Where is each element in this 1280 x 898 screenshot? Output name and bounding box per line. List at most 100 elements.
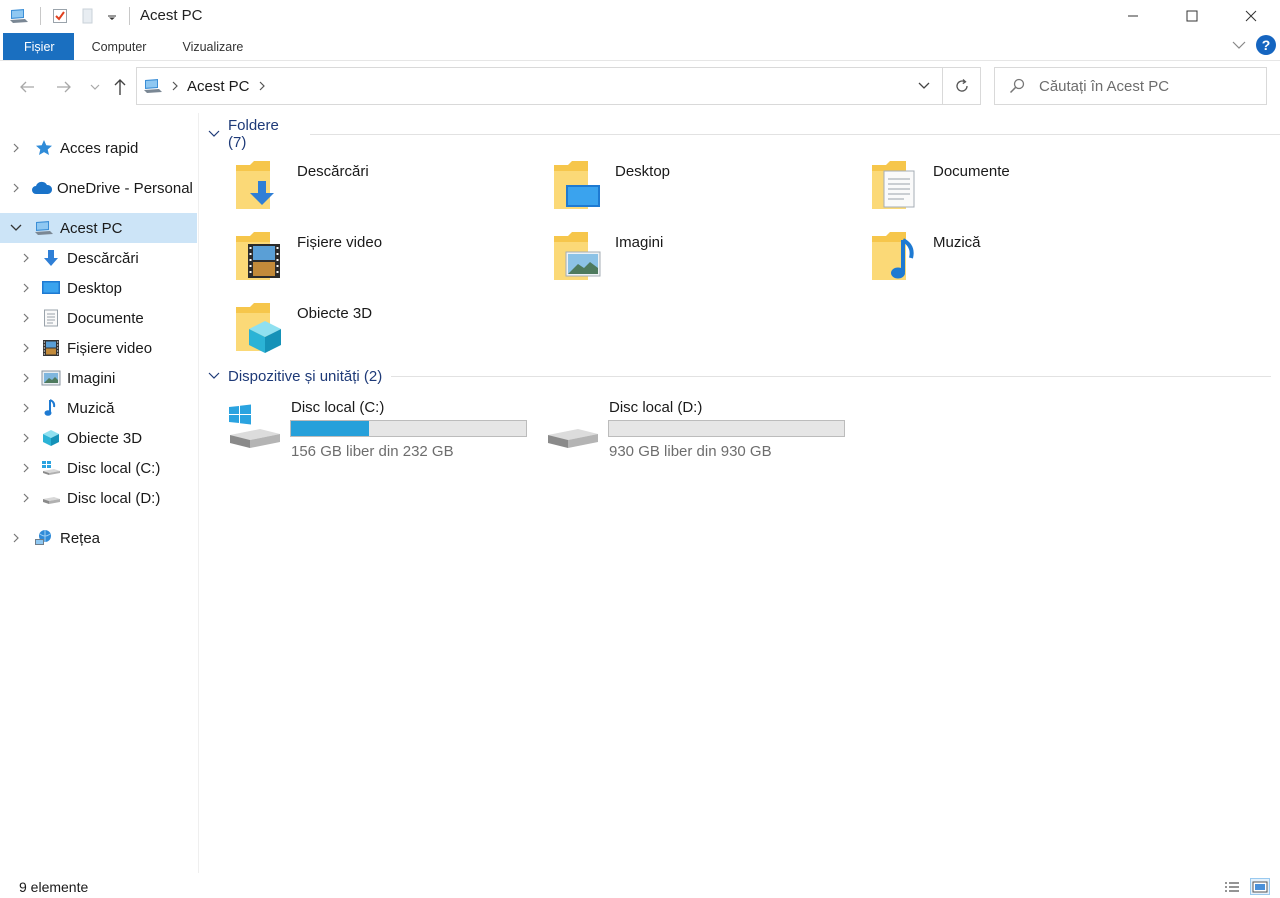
folder-tile-pictures[interactable]: Imagini xyxy=(524,228,824,294)
view-switcher xyxy=(1222,878,1270,895)
tiles-view-icon xyxy=(1252,881,1268,892)
refresh-button[interactable] xyxy=(942,68,980,104)
computer-icon[interactable] xyxy=(8,5,30,27)
collapse-chevron-icon[interactable] xyxy=(208,130,222,138)
expand-chevron-icon[interactable] xyxy=(9,141,23,155)
maximize-icon xyxy=(1186,10,1197,21)
nav-item-quick-access[interactable]: Acces rapid xyxy=(0,133,197,163)
nav-item-videos[interactable]: Fișiere video xyxy=(0,333,197,363)
up-button[interactable] xyxy=(110,77,130,97)
folder-label: Desktop xyxy=(615,163,671,180)
videos-folder-icon xyxy=(236,232,280,280)
drive-usage-bar xyxy=(290,420,527,437)
expand-chevron-icon[interactable] xyxy=(19,431,33,445)
maximize-button[interactable] xyxy=(1162,0,1221,31)
drive-tile-c[interactable]: Disc local (C:) 156 GB liber din 232 GB xyxy=(200,399,527,465)
close-icon xyxy=(1245,10,1256,21)
title-bar: Acest PC xyxy=(0,0,1280,31)
help-button[interactable]: ? xyxy=(1256,35,1276,55)
folder-label: Fișiere video xyxy=(297,234,383,251)
nav-item-drive-c[interactable]: Disc local (C:) xyxy=(0,453,197,483)
minimize-button[interactable] xyxy=(1103,0,1162,31)
expand-chevron-icon[interactable] xyxy=(19,371,33,385)
close-button[interactable] xyxy=(1221,0,1280,31)
nav-item-label: Muzică xyxy=(67,399,115,417)
nav-item-documents[interactable]: Documente xyxy=(0,303,197,333)
star-icon xyxy=(34,138,54,158)
folder-tile-3d-objects[interactable]: Obiecte 3D xyxy=(206,299,506,365)
expand-ribbon-chevron-icon[interactable] xyxy=(1232,37,1246,53)
chevron-down-icon xyxy=(90,84,100,90)
group-header-folders[interactable]: Foldere (7) xyxy=(208,117,1280,151)
navigation-pane: Acces rapid OneDrive - Personal Acest PC… xyxy=(0,113,199,873)
folder-tile-videos[interactable]: Fișiere video xyxy=(206,228,506,294)
nav-item-label: Rețea xyxy=(60,529,101,547)
expand-chevron-icon[interactable] xyxy=(19,491,33,505)
tiles-view-button[interactable] xyxy=(1250,878,1270,895)
properties-icon[interactable] xyxy=(49,5,71,27)
forward-button[interactable] xyxy=(54,77,74,97)
expand-chevron-icon[interactable] xyxy=(19,341,33,355)
nav-item-pictures[interactable]: Imagini xyxy=(0,363,197,393)
group-header-devices[interactable]: Dispozitive și unități (2) xyxy=(208,365,1272,387)
collapse-chevron-icon[interactable] xyxy=(9,221,23,235)
expand-chevron-icon[interactable] xyxy=(9,181,23,195)
content-pane: Foldere (7) Descărcări Desktop Documente… xyxy=(200,113,1280,873)
ribbon-tabs: Fișier Computer Vizualizare ? xyxy=(0,33,1280,61)
drive-c-icon xyxy=(41,458,61,478)
collapse-chevron-icon[interactable] xyxy=(208,372,222,380)
tab-computer[interactable]: Computer xyxy=(74,33,165,60)
expand-chevron-icon[interactable] xyxy=(19,251,33,265)
back-button[interactable] xyxy=(17,77,37,97)
nav-item-3d-objects[interactable]: Obiecte 3D xyxy=(0,423,197,453)
drive-usage-fill xyxy=(291,421,369,436)
folder-label: Descărcări xyxy=(297,163,369,180)
breadcrumb-chevron-icon[interactable] xyxy=(258,80,266,92)
expand-chevron-icon[interactable] xyxy=(19,461,33,475)
folder-label: Obiecte 3D xyxy=(297,305,373,322)
search-input[interactable] xyxy=(1039,77,1249,95)
desktop-folder-icon xyxy=(554,161,600,209)
expand-chevron-icon[interactable] xyxy=(19,401,33,415)
breadcrumb-chevron-icon[interactable] xyxy=(171,80,179,92)
expand-chevron-icon[interactable] xyxy=(9,531,23,545)
nav-item-this-pc[interactable]: Acest PC xyxy=(0,213,197,243)
search-box[interactable] xyxy=(994,67,1267,105)
nav-item-network[interactable]: Rețea xyxy=(0,523,197,553)
nav-item-drive-d[interactable]: Disc local (D:) xyxy=(0,483,197,513)
up-arrow-icon xyxy=(114,79,126,95)
folder-tile-documents[interactable]: Documente xyxy=(842,157,1142,223)
nav-item-downloads[interactable]: Descărcări xyxy=(0,243,197,273)
group-header-label: Foldere (7) xyxy=(228,117,279,151)
nav-item-label: Documente xyxy=(67,309,144,327)
pictures-folder-icon xyxy=(554,232,601,280)
folder-tile-downloads[interactable]: Descărcări xyxy=(206,157,506,223)
address-bar[interactable]: Acest PC xyxy=(136,67,981,105)
downloads-folder-icon xyxy=(236,161,274,209)
tab-view[interactable]: Vizualizare xyxy=(164,33,261,60)
folder-tile-desktop[interactable]: Desktop xyxy=(524,157,824,223)
nav-item-desktop[interactable]: Desktop xyxy=(0,273,197,303)
customize-toolbar-chevron-icon[interactable] xyxy=(105,5,119,27)
nav-item-onedrive[interactable]: OneDrive - Personal xyxy=(0,173,197,203)
nav-item-label: Imagini xyxy=(67,369,116,387)
breadcrumb-item-this-pc[interactable]: Acest PC xyxy=(187,78,250,95)
group-header-label: Dispozitive și unități (2) xyxy=(228,367,383,385)
address-history-button[interactable] xyxy=(906,68,942,104)
expand-chevron-icon[interactable] xyxy=(19,311,33,325)
quick-access-toolbar xyxy=(0,0,138,31)
cloud-icon xyxy=(31,178,53,198)
new-folder-icon[interactable] xyxy=(77,5,99,27)
nav-item-label: Disc local (D:) xyxy=(67,489,161,507)
folder-tile-music[interactable]: Muzică xyxy=(842,228,1142,294)
nav-item-music[interactable]: Muzică xyxy=(0,393,197,423)
drive-tile-d[interactable]: Disc local (D:) 930 GB liber din 930 GB xyxy=(518,399,845,465)
expand-chevron-icon[interactable] xyxy=(19,281,33,295)
details-view-button[interactable] xyxy=(1222,878,1242,895)
nav-item-label: Obiecte 3D xyxy=(67,429,143,447)
tab-file[interactable]: Fișier xyxy=(3,33,74,60)
recent-locations-button[interactable] xyxy=(88,77,102,97)
document-icon xyxy=(41,308,61,328)
nav-item-label: Fișiere video xyxy=(67,339,153,357)
title-separator xyxy=(129,6,130,25)
